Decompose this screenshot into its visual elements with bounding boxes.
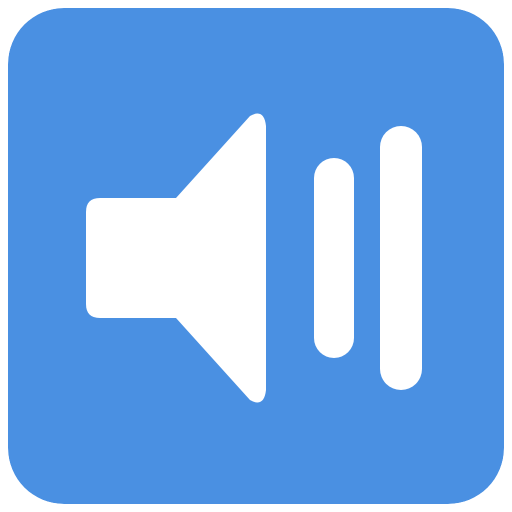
icon-canvas [0,0,512,512]
volume-icon [8,8,504,504]
volume-bar-1 [314,158,354,358]
volume-button[interactable] [8,8,504,504]
volume-bar-2 [380,126,422,390]
